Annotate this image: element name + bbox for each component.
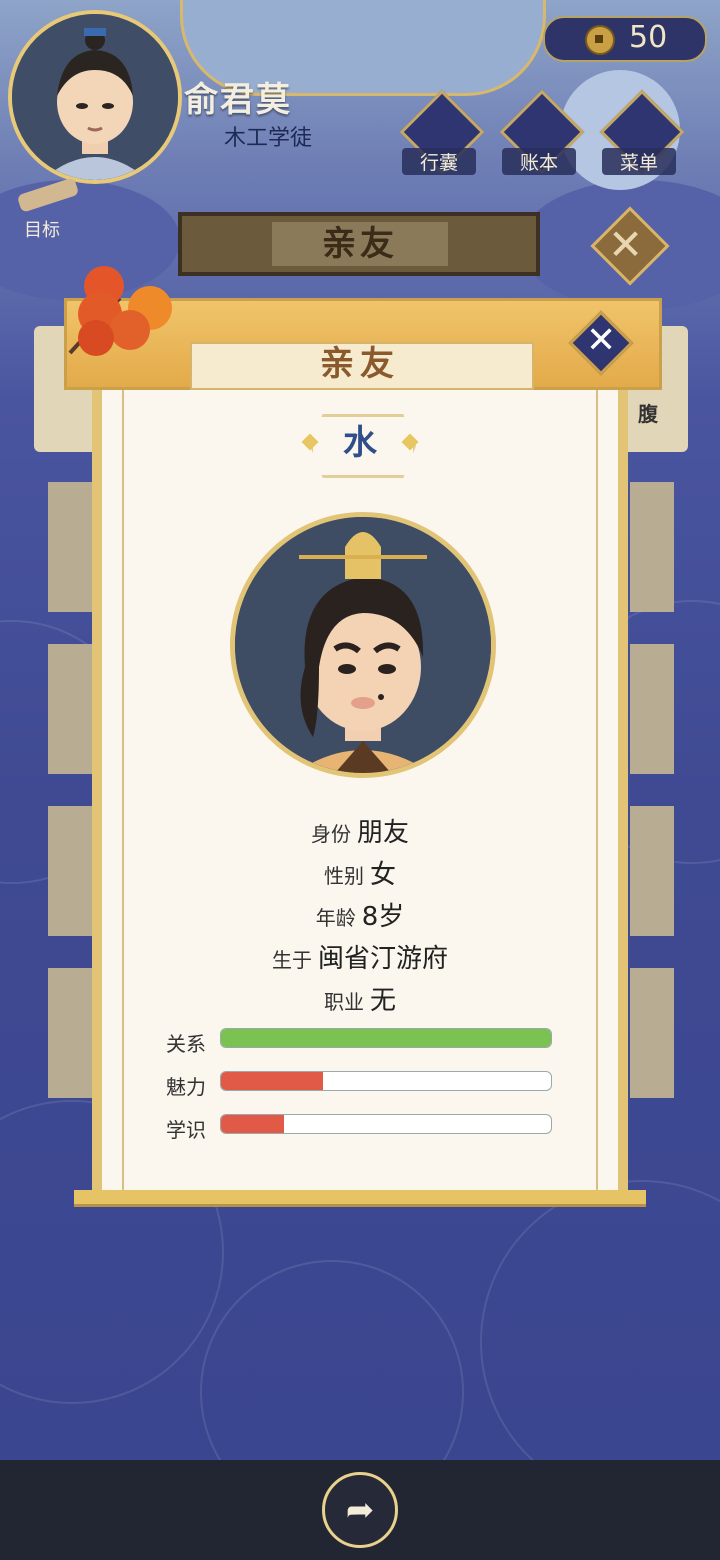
coin-counter: 50 — [543, 16, 707, 62]
player-avatar[interactable] — [8, 10, 182, 184]
stat-knowledge-label: 学识 — [166, 1118, 206, 1142]
close-icon: ✕ — [586, 320, 617, 361]
bag-button[interactable]: 行囊 — [399, 89, 485, 186]
stat-relationship-label: 关系 — [166, 1032, 206, 1056]
background-card — [48, 644, 92, 774]
background-card — [630, 968, 674, 1098]
character-portrait — [230, 512, 496, 778]
info-identity: 身份 朋友 — [310, 818, 409, 848]
menu-label: 菜单 — [602, 148, 676, 175]
info-age: 年龄 8岁 — [315, 902, 405, 932]
goal-label: 目标 — [24, 220, 60, 241]
background-card — [630, 482, 674, 612]
stat-knowledge-bar — [220, 1114, 552, 1134]
background-card — [48, 968, 92, 1098]
background-card-text: 腹 — [638, 402, 658, 426]
persimmon-decoration-icon — [60, 258, 190, 368]
ledger-label: 账本 — [502, 148, 576, 175]
info-occupation: 职业无 — [323, 986, 396, 1016]
player-name: 俞君莫 — [184, 80, 292, 120]
background-card — [48, 806, 92, 936]
share-icon: ➦ — [345, 1490, 375, 1530]
bag-label: 行囊 — [402, 148, 476, 175]
section-title: 亲友 — [272, 222, 448, 266]
background-card — [48, 482, 92, 612]
info-birthplace: 生于 闽省汀游府 — [271, 944, 448, 974]
share-button[interactable]: ➦ — [322, 1472, 398, 1548]
character-name: 水 — [343, 423, 377, 463]
friend-card-title: 亲友 — [320, 344, 400, 384]
coin-value: 50 — [629, 20, 668, 55]
stat-charm-bar — [220, 1071, 552, 1091]
stat-charm-label: 魅力 — [166, 1075, 206, 1099]
scroll-icon — [16, 177, 80, 213]
background-card — [630, 644, 674, 774]
ledger-button[interactable]: 账本 — [499, 89, 585, 186]
info-gender: 性别女 — [323, 860, 396, 890]
player-title: 木工学徒 — [224, 126, 313, 151]
coin-icon — [585, 25, 615, 55]
friend-card-base — [74, 1190, 646, 1207]
menu-button[interactable]: 菜单 — [599, 89, 685, 186]
background-card — [630, 806, 674, 936]
background-close-icon: ✕ — [608, 220, 644, 269]
section-banner: 亲友 — [178, 212, 540, 276]
stat-relationship-bar — [220, 1028, 552, 1048]
